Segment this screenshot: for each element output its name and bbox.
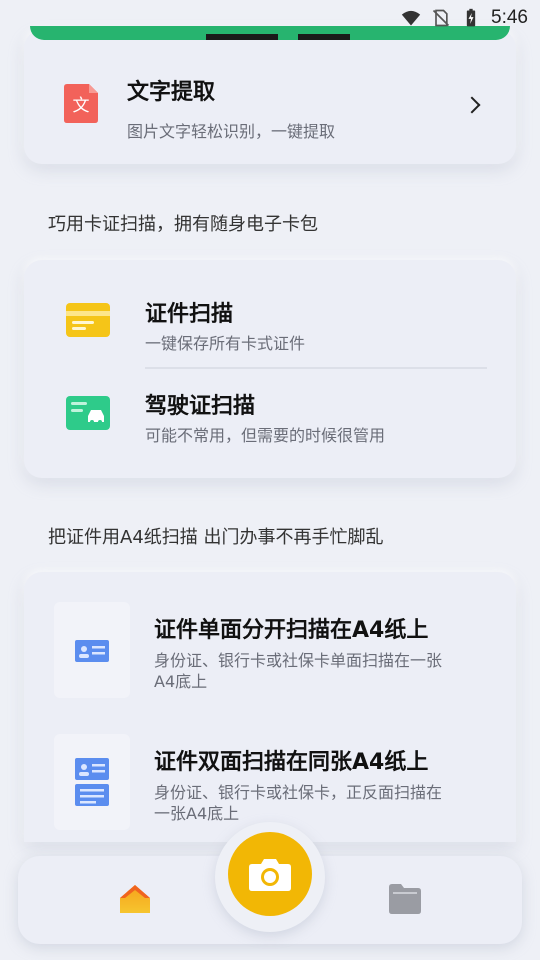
text-extract-subtitle: 图片文字轻松识别，一键提取 [127, 122, 336, 141]
a4-single-subtitle-line2: A4底上 [154, 672, 208, 691]
text-extract-title: 文字提取 [127, 80, 216, 105]
driver-license-icon [66, 396, 110, 434]
chevron-right-icon [463, 96, 481, 114]
card-section-heading: 巧用卡证扫描，拥有随身电子卡包 [48, 214, 318, 235]
card-scan-card: 证件扫描 一键保存所有卡式证件 驾驶证扫描 可能不常用，但需要的时候很管用 [24, 260, 516, 478]
a4-double-title: 证件双面扫描在同张A4纸上 [154, 750, 429, 775]
wifi-icon [401, 10, 421, 26]
camera-icon [249, 859, 291, 891]
a4-double-subtitle-line2: 一张A4底上 [154, 804, 240, 823]
double-side-thumb [54, 734, 130, 830]
a4-scan-card: 证件单面分开扫描在A4纸上 身份证、银行卡或社保卡单面扫描在一张 A4底上 证件… [24, 572, 516, 842]
id-card-blue-icon [75, 640, 109, 662]
divider [145, 367, 487, 369]
single-side-thumb [54, 602, 130, 698]
driver-license-title: 驾驶证扫描 [145, 394, 256, 419]
id-card-double-icon [75, 758, 109, 806]
a4-single-title: 证件单面分开扫描在A4纸上 [154, 618, 429, 643]
driver-license-subtitle: 可能不常用，但需要的时候很管用 [145, 426, 386, 445]
a4-section-heading: 把证件用A4纸扫描 出门办事不再手忙脚乱 [48, 527, 384, 548]
status-bar: 5:46 [0, 0, 540, 36]
home-icon[interactable] [118, 882, 152, 920]
id-card-icon [66, 303, 110, 341]
text-document-icon: 文 [64, 82, 100, 128]
battery-charging-icon [466, 8, 476, 27]
text-extract-card[interactable]: 文 文字提取 图片文字轻松识别，一键提取 [24, 30, 516, 164]
camera-button[interactable] [228, 832, 312, 916]
folder-icon[interactable] [389, 884, 421, 918]
status-time: 5:46 [491, 7, 528, 28]
text-icon-char: 文 [73, 96, 90, 116]
id-scan-title: 证件扫描 [145, 302, 234, 327]
id-scan-subtitle: 一键保存所有卡式证件 [145, 334, 306, 353]
no-sim-icon [432, 9, 450, 27]
